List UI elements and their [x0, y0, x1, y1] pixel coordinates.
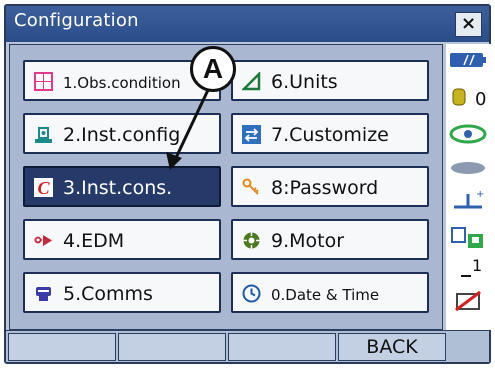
- inst-config-icon: [34, 125, 53, 144]
- prism-icon: [452, 88, 466, 110]
- menu-obs-condition-label: 1.Obs.condition: [63, 74, 181, 92]
- status-sidebar: 0 + 1: [446, 44, 491, 330]
- edm-icon: [34, 231, 53, 250]
- input-mode-icon: [450, 226, 486, 254]
- softkey-3[interactable]: [228, 333, 336, 361]
- menu-date-time-button[interactable]: 0.Date & Time: [231, 272, 429, 313]
- softkey-1[interactable]: [8, 333, 116, 361]
- menu-customize-button[interactable]: 7.Customize: [231, 113, 429, 154]
- battery-icon: [450, 52, 486, 72]
- menu-inst-cons-button[interactable]: C 3.Inst.cons.: [23, 166, 221, 207]
- menu-customize-label: 7.Customize: [271, 124, 389, 146]
- menu-motor-label: 9.Motor: [271, 230, 345, 252]
- softkey-2[interactable]: [118, 333, 226, 361]
- svg-text:+: +: [476, 189, 484, 200]
- clock-icon: [242, 284, 261, 303]
- menu-edm-button[interactable]: 4.EDM: [23, 219, 221, 260]
- menu-motor-button[interactable]: 9.Motor: [231, 219, 429, 260]
- window-title: Configuration: [14, 10, 139, 31]
- menu-units-button[interactable]: 6.Units: [231, 60, 429, 101]
- key-icon: [242, 178, 261, 197]
- tilt-level-icon: [460, 262, 472, 281]
- menu-inst-config-button[interactable]: 2.Inst.config: [23, 113, 221, 154]
- back-button[interactable]: BACK: [338, 333, 446, 361]
- menu-comms-label: 5.Comms: [63, 283, 153, 305]
- title-bar: Configuration ×: [6, 6, 489, 42]
- configuration-window: Configuration × 1.Obs.condition 6.Units …: [4, 4, 491, 364]
- motor-icon: [242, 231, 261, 250]
- menu-inst-cons-label: 3.Inst.cons.: [63, 177, 173, 199]
- customize-icon: [242, 125, 261, 144]
- prism-constant-value: 0: [475, 89, 487, 110]
- close-button[interactable]: ×: [455, 12, 482, 37]
- callout-a: A: [190, 46, 236, 92]
- display-mode-icon: [449, 160, 487, 179]
- data-disabled-icon: [454, 290, 482, 316]
- menu-password-button[interactable]: 8:Password: [231, 166, 429, 207]
- laser-pointer-icon: [449, 124, 487, 148]
- menu-comms-button[interactable]: 5.Comms: [23, 272, 221, 313]
- menu-inst-config-label: 2.Inst.config: [63, 124, 181, 146]
- menu-password-label: 8:Password: [271, 177, 379, 199]
- svg-text:C: C: [37, 178, 50, 197]
- softkey-bar: BACK: [6, 330, 489, 362]
- inst-cons-icon: C: [34, 178, 53, 197]
- menu-units-label: 6.Units: [271, 71, 338, 93]
- menu-edm-label: 4.EDM: [63, 230, 125, 252]
- units-icon: [242, 72, 261, 91]
- menu-date-time-label: 0.Date & Time: [271, 286, 380, 304]
- tilt-icon: +: [452, 188, 484, 214]
- obs-condition-icon: [34, 72, 53, 91]
- comms-icon: [34, 284, 53, 303]
- tilt-level-value: 1: [472, 256, 483, 275]
